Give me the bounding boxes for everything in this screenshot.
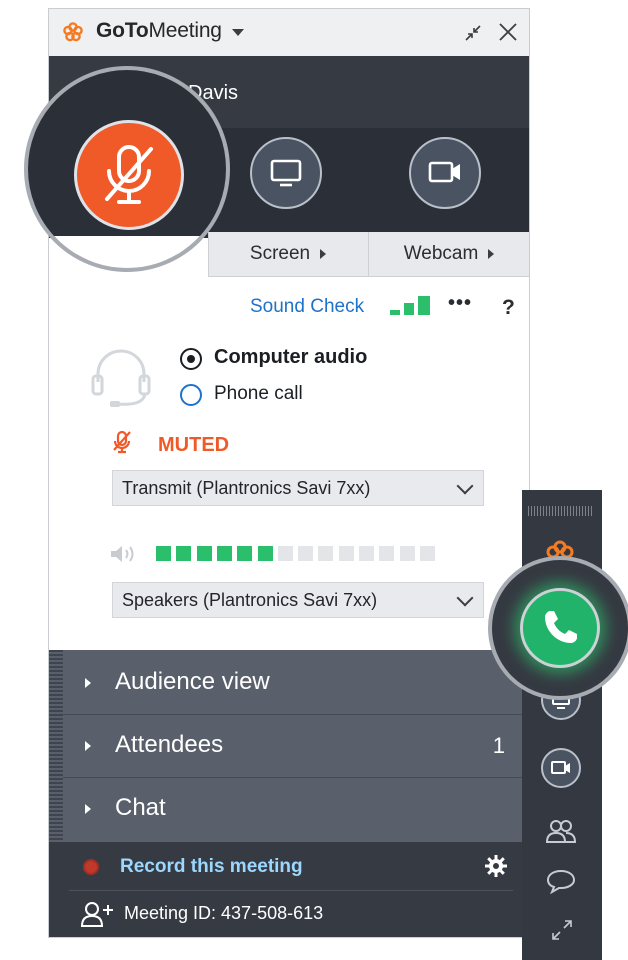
more-options-icon[interactable]: •••	[448, 292, 472, 315]
headset-icon	[91, 349, 151, 407]
gear-icon[interactable]	[484, 854, 508, 878]
level-segment	[318, 546, 334, 561]
app-title[interactable]: GoToMeeting	[96, 19, 222, 43]
webcam-icon	[428, 161, 460, 183]
record-meeting-link[interactable]: Record this meeting	[120, 856, 303, 878]
phone-call-radio[interactable]	[180, 384, 202, 406]
level-segment	[196, 546, 212, 561]
webcam-icon	[551, 761, 570, 774]
level-segment	[379, 546, 395, 561]
level-segment	[338, 546, 354, 561]
computer-audio-radio[interactable]	[180, 348, 202, 370]
triangle-right-icon	[85, 678, 91, 688]
app-title-bold: GoTo	[96, 19, 149, 42]
signal-bar	[390, 310, 400, 315]
dock-webcam-button[interactable]	[541, 748, 581, 788]
sound-check-link[interactable]: Sound Check	[250, 296, 364, 318]
attendees-icon[interactable]	[544, 818, 578, 844]
screen-share-button[interactable]	[250, 137, 322, 209]
triangle-right-icon	[85, 741, 91, 751]
screen-label: Screen	[249, 243, 311, 264]
close-icon[interactable]	[497, 21, 519, 43]
phone-call-label[interactable]: Phone call	[214, 383, 303, 405]
level-segment	[216, 546, 232, 561]
chevron-down-icon	[456, 477, 474, 495]
webcam-label: Webcam	[403, 243, 479, 264]
dock-grip[interactable]	[528, 506, 594, 516]
attendees-count: 1	[492, 733, 505, 758]
chevron-down-icon	[456, 589, 474, 607]
triangle-right-icon	[488, 248, 495, 259]
section-chat[interactable]: Chat	[63, 778, 529, 840]
microphone-value: Transmit (Plantronics Savi 7xx)	[122, 478, 371, 498]
collapse-icon[interactable]	[464, 24, 482, 42]
chevron-down-icon[interactable]	[232, 29, 244, 36]
call-button[interactable]	[520, 588, 600, 668]
section-label: Chat	[115, 794, 166, 821]
meeting-id: Meeting ID: 437-508-613	[124, 903, 324, 923]
computer-audio-label[interactable]: Computer audio	[214, 346, 367, 369]
section-label: Attendees	[115, 731, 224, 758]
level-segment	[156, 546, 171, 561]
footer-divider	[69, 890, 513, 891]
triangle-right-icon	[320, 248, 327, 259]
record-dot-icon[interactable]	[83, 859, 99, 875]
section-audience-view[interactable]: Audience view	[63, 652, 529, 715]
level-segment	[359, 546, 374, 561]
triangle-right-icon	[85, 804, 91, 814]
microphone-select[interactable]: Transmit (Plantronics Savi 7xx)	[112, 470, 484, 506]
level-segment	[237, 546, 253, 561]
phone-icon	[545, 611, 577, 643]
mic-muted-icon	[105, 145, 153, 204]
chat-icon[interactable]	[546, 868, 576, 894]
screen-icon	[270, 159, 302, 187]
gotomeeting-logo-icon	[63, 22, 83, 42]
level-segment	[257, 546, 273, 561]
help-icon[interactable]: ?	[502, 296, 515, 320]
expand-icon[interactable]	[550, 918, 574, 942]
webcam-menu-button[interactable]: Webcam	[368, 232, 529, 276]
level-segment	[176, 546, 192, 561]
mute-button[interactable]	[74, 120, 184, 230]
app-title-rest: Meeting	[148, 19, 222, 42]
webcam-button[interactable]	[409, 137, 481, 209]
mic-muted-icon	[113, 430, 131, 454]
screen-menu-button[interactable]: Screen	[208, 232, 367, 276]
speakers-select[interactable]: Speakers (Plantronics Savi 7xx)	[112, 582, 484, 618]
signal-bar	[404, 303, 414, 315]
speaker-icon	[111, 546, 134, 562]
level-segment	[277, 546, 293, 561]
level-segment	[399, 546, 415, 561]
add-user-icon[interactable]	[80, 901, 116, 927]
speakers-value: Speakers (Plantronics Savi 7xx)	[122, 590, 378, 610]
level-segment	[419, 546, 435, 561]
section-attendees[interactable]: Attendees 1	[63, 715, 529, 778]
muted-status: MUTED	[158, 434, 230, 456]
signal-bar	[418, 296, 430, 315]
resize-grip[interactable]	[49, 650, 63, 850]
section-label: Audience view	[115, 668, 270, 695]
level-segment	[298, 546, 314, 561]
